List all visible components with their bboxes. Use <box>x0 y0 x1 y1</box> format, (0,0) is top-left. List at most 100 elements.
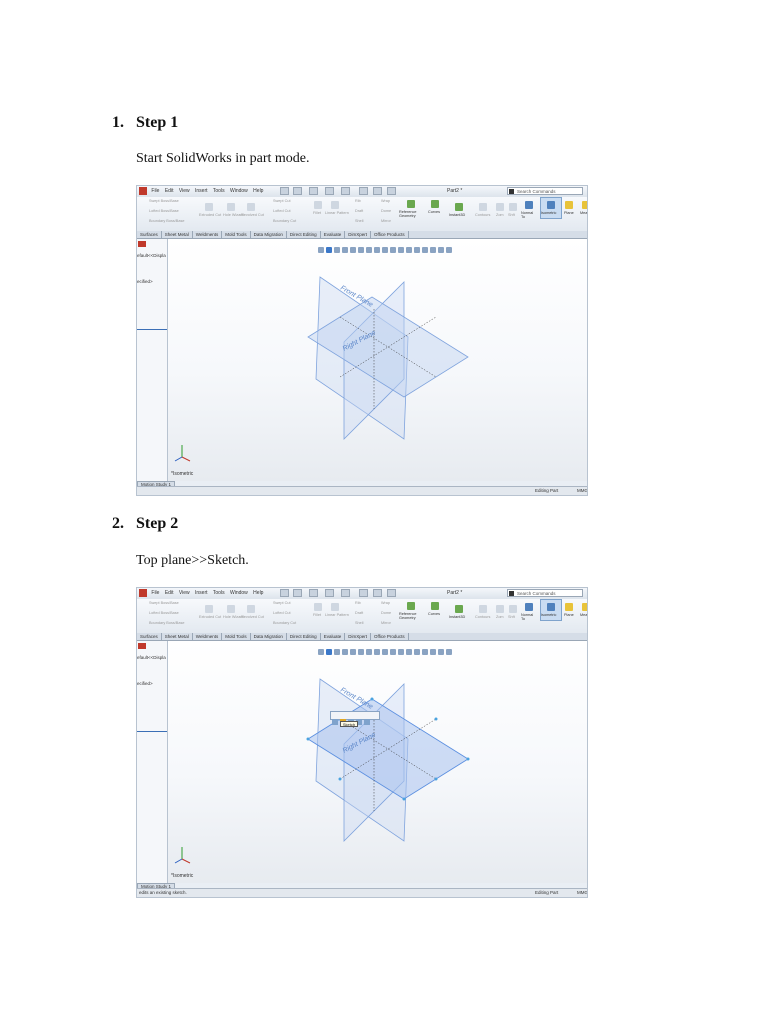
tab-mold-tools[interactable]: Mold Tools <box>222 633 251 640</box>
extruded-cut-icon[interactable] <box>205 203 213 211</box>
save-icon[interactable] <box>309 187 318 195</box>
menu-window[interactable]: Window <box>230 186 248 197</box>
tab-surfaces[interactable]: Surfaces <box>137 633 162 640</box>
save-icon[interactable] <box>309 589 318 597</box>
instant3d-icon[interactable] <box>455 203 463 211</box>
revolved-cut-icon[interactable] <box>247 605 255 613</box>
fillet-icon[interactable] <box>314 201 322 209</box>
plane-handle[interactable] <box>434 717 438 721</box>
boundary-boss-button[interactable]: Boundary Boss/Base <box>149 621 184 625</box>
tab-mold-tools[interactable]: Mold Tools <box>222 231 251 238</box>
shift-button[interactable]: Shft <box>508 615 515 619</box>
menu-insert[interactable]: Insert <box>195 588 208 599</box>
wrap-button[interactable]: Wrap <box>381 601 390 605</box>
linear-pattern-icon[interactable] <box>331 201 339 209</box>
fillet-icon[interactable] <box>314 603 322 611</box>
draft-button[interactable]: Draft <box>355 209 363 213</box>
undo-icon[interactable] <box>341 589 350 597</box>
menu-insert[interactable]: Insert <box>195 186 208 197</box>
boundary-boss-button[interactable]: Boundary Boss/Base <box>149 219 184 223</box>
normal-to-icon[interactable] <box>525 201 533 209</box>
reference-geometry-button[interactable]: Reference Geometry <box>399 210 421 218</box>
dome-button[interactable]: Dome <box>381 611 391 615</box>
menu-file[interactable]: File <box>151 186 159 197</box>
lofted-boss-button[interactable]: Lofted Boss/Base <box>149 611 179 615</box>
tab-dimxpert[interactable]: DimXpert <box>345 231 371 238</box>
menu-view[interactable]: View <box>179 186 190 197</box>
swept-cut-button[interactable]: Swept Cut <box>273 601 291 605</box>
graphics-area[interactable]: Front Plane Right Plane Sketch *Isometri… <box>168 641 587 883</box>
instant3d-button[interactable]: Instant3D <box>449 213 465 217</box>
shift-button[interactable]: Shft <box>508 213 515 217</box>
menu-help[interactable]: Help <box>253 588 263 599</box>
undo-icon[interactable] <box>341 187 350 195</box>
new-document-icon[interactable] <box>280 187 289 195</box>
swept-cut-button[interactable]: Swept Cut <box>273 199 291 203</box>
mirror-button[interactable]: Mirror <box>381 219 391 223</box>
normal-to-button[interactable]: Normal To <box>521 613 535 621</box>
fillet-button[interactable]: Fillet <box>313 211 321 215</box>
plane-handle[interactable] <box>402 797 406 801</box>
extruded-cut-icon[interactable] <box>205 605 213 613</box>
mirror-button[interactable]: Mirror <box>381 621 391 625</box>
lofted-boss-button[interactable]: Lofted Boss/Base <box>149 209 179 213</box>
instant3d-icon[interactable] <box>455 605 463 613</box>
linear-pattern-icon[interactable] <box>331 603 339 611</box>
plane-handle[interactable] <box>338 777 342 781</box>
contours-icon[interactable] <box>479 203 487 211</box>
swept-boss-button[interactable]: Swept Boss/Base <box>149 199 179 203</box>
tab-weldments[interactable]: Weldments <box>193 231 223 238</box>
normal-to-button[interactable]: Normal To <box>521 211 535 219</box>
curves-button[interactable]: Curves <box>428 210 440 214</box>
extruded-cut-button[interactable]: Extruded Cut <box>199 213 221 217</box>
tab-evaluate[interactable]: Evaluate <box>321 231 346 238</box>
shift-icon[interactable] <box>509 203 517 211</box>
plane-handle[interactable] <box>370 697 374 701</box>
menu-edit[interactable]: Edit <box>165 588 174 599</box>
rebuild-icon[interactable] <box>373 589 382 597</box>
reference-geometry-icon[interactable] <box>407 200 415 208</box>
measure-icon[interactable] <box>582 201 587 209</box>
linear-pattern-button[interactable]: Linear Pattern <box>325 613 349 617</box>
measure-icon[interactable] <box>582 603 587 611</box>
revolved-cut-button[interactable]: Revolved Cut <box>241 213 264 217</box>
tab-surfaces[interactable]: Surfaces <box>137 231 162 238</box>
reference-geometry-icon[interactable] <box>407 602 415 610</box>
tab-evaluate[interactable]: Evaluate <box>321 633 346 640</box>
print-icon[interactable] <box>325 187 334 195</box>
zoom-icon[interactable] <box>496 605 504 613</box>
linear-pattern-button[interactable]: Linear Pattern <box>325 211 349 215</box>
lofted-cut-button[interactable]: Lofted Cut <box>273 611 291 615</box>
plane-handle[interactable] <box>306 737 310 741</box>
curves-icon[interactable] <box>431 602 439 610</box>
select-icon[interactable] <box>359 187 368 195</box>
curves-button[interactable]: Curves <box>428 612 440 616</box>
tab-sheet-metal[interactable]: Sheet Metal <box>162 231 193 238</box>
tab-data-migration[interactable]: Data Migration <box>251 633 287 640</box>
tab-office-products[interactable]: Office Products <box>371 231 409 238</box>
measure-button[interactable]: Mea <box>580 613 587 617</box>
instant3d-button[interactable]: Instant3D <box>449 615 465 619</box>
wrap-button[interactable]: Wrap <box>381 199 390 203</box>
tab-direct-editing[interactable]: Direct Editing <box>287 633 321 640</box>
zoom-button[interactable]: Zom <box>496 615 504 619</box>
menu-help[interactable]: Help <box>253 186 263 197</box>
dome-button[interactable]: Dome <box>381 209 391 213</box>
measure-button[interactable]: Mea <box>580 211 587 215</box>
plane-handle[interactable] <box>466 757 470 761</box>
new-document-icon[interactable] <box>280 589 289 597</box>
zoom-icon[interactable] <box>496 203 504 211</box>
menu-window[interactable]: Window <box>230 588 248 599</box>
reference-planes[interactable]: Front Plane Right Plane <box>168 641 588 885</box>
search-commands-input[interactable]: Search Commands <box>507 187 583 195</box>
draft-button[interactable]: Draft <box>355 611 363 615</box>
hole-wizard-icon[interactable] <box>227 605 235 613</box>
menu-edit[interactable]: Edit <box>165 186 174 197</box>
swept-boss-button[interactable]: Swept Boss/Base <box>149 601 179 605</box>
tab-weldments[interactable]: Weldments <box>193 633 223 640</box>
tab-dimxpert[interactable]: DimXpert <box>345 633 371 640</box>
normal-view-icon[interactable] <box>364 719 370 725</box>
shell-button[interactable]: Shell <box>355 621 363 625</box>
plane-button[interactable]: Plane <box>564 613 574 617</box>
zoom-button[interactable]: Zom <box>496 213 504 217</box>
